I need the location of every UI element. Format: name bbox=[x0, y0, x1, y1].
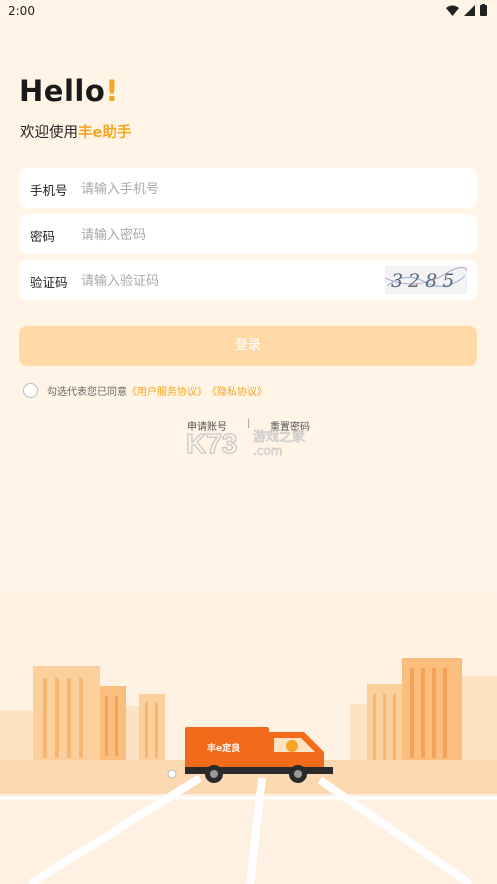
battery-icon bbox=[480, 4, 487, 16]
phone-label: 手机号 bbox=[30, 183, 68, 198]
watermark-logo: K73 游戏之家 .com bbox=[186, 427, 305, 456]
captcha-label: 验证码 bbox=[30, 275, 68, 290]
password-input[interactable] bbox=[79, 220, 373, 250]
password-field[interactable]: 密码 bbox=[19, 214, 477, 254]
status-icons bbox=[446, 4, 487, 16]
terms-link[interactable]: 《用户服务协议》 bbox=[127, 383, 207, 398]
welcome-text: 欢迎使用丰e助手 bbox=[20, 121, 131, 142]
hello-title: Hello! bbox=[19, 74, 119, 108]
status-time: 2:00 bbox=[8, 4, 35, 18]
captcha-image[interactable]: 3285 bbox=[385, 266, 467, 294]
agreement-prefix: 勾选代表您已同意 bbox=[47, 387, 127, 398]
phone-input[interactable] bbox=[79, 174, 373, 204]
watermark-k73: K73 bbox=[186, 428, 237, 456]
agreement-radio[interactable] bbox=[23, 383, 38, 398]
hello-bang: ! bbox=[105, 74, 119, 108]
phone-field[interactable]: 手机号 bbox=[19, 168, 477, 208]
hello-text: Hello bbox=[19, 74, 106, 108]
password-label: 密码 bbox=[30, 229, 56, 244]
city-truck-illustration: 丰e定良 bbox=[0, 658, 497, 884]
agreement-row: 勾选代表您已同意 《用户服务协议》 《隐私协议》 bbox=[23, 383, 267, 398]
login-button[interactable]: 登录 bbox=[19, 326, 477, 366]
watermark-domain: .com bbox=[253, 444, 282, 456]
watermark-cn: 游戏之家 bbox=[253, 429, 305, 445]
welcome-prefix: 欢迎使用 bbox=[20, 125, 78, 141]
captcha-code: 3285 bbox=[391, 270, 459, 292]
captcha-input[interactable] bbox=[79, 266, 313, 296]
privacy-link[interactable]: 《隐私协议》 bbox=[207, 383, 267, 398]
signal-icon bbox=[464, 4, 475, 16]
brand-name: 丰e助手 bbox=[78, 125, 132, 141]
captcha-field[interactable]: 验证码 3285 bbox=[19, 260, 477, 300]
status-bar: 2:00 bbox=[0, 0, 497, 22]
truck-label: 丰e定良 bbox=[207, 742, 240, 754]
wifi-icon bbox=[446, 5, 459, 16]
